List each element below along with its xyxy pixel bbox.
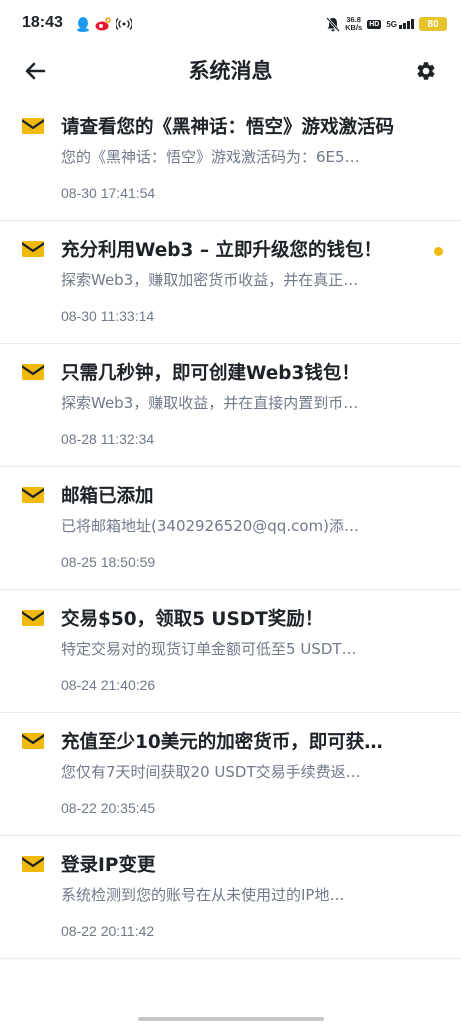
status-bar: 18:43 36.8 KB/s HD 5G 80 bbox=[0, 0, 461, 48]
envelope-icon bbox=[22, 610, 44, 626]
message-title: 邮箱已添加 bbox=[61, 486, 154, 507]
notification-icons bbox=[76, 14, 132, 34]
settings-button[interactable] bbox=[409, 54, 443, 88]
envelope-icon bbox=[22, 733, 44, 749]
message-timestamp: 08-30 11:33:14 bbox=[61, 308, 155, 324]
hotspot-icon bbox=[116, 18, 132, 30]
message-item[interactable]: 交易$50，领取5 USDT奖励！ 特定交易对的现货订单金额可低至5 USDT…… bbox=[0, 590, 461, 713]
message-item[interactable]: 只需几秒钟，即可创建Web3钱包！ 探索Web3，赚取收益，并在直接内置到币… … bbox=[0, 344, 461, 467]
gear-icon bbox=[417, 62, 435, 80]
message-timestamp: 08-22 20:35:45 bbox=[61, 800, 156, 816]
message-title: 充值至少10美元的加密货币，即可获… bbox=[61, 732, 383, 753]
unread-dot bbox=[434, 247, 443, 256]
weibo-icon bbox=[95, 17, 111, 31]
envelope-icon bbox=[22, 241, 44, 257]
message-item[interactable]: 充值至少10美元的加密货币，即可获… 您仅有7天时间获取20 USDT交易手续费… bbox=[0, 713, 461, 836]
message-item[interactable]: 登录IP变更 系统检测到您的账号在从未使用过的IP地… 08-22 20:11:… bbox=[0, 836, 461, 959]
message-item[interactable]: 邮箱已添加 已将邮箱地址(3402926520@qq.com)添… 08-25 … bbox=[0, 467, 461, 590]
message-list: 请查看您的《黑神话：悟空》游戏激活码 您的《黑神话：悟空》游戏激活码为：6E5…… bbox=[0, 98, 461, 959]
message-preview: 探索Web3，赚取加密货币收益，并在真正… bbox=[61, 271, 359, 289]
mute-icon bbox=[326, 16, 341, 32]
battery-indicator: 80 bbox=[419, 17, 447, 31]
network-type-label: 5G bbox=[386, 20, 397, 29]
envelope-icon bbox=[22, 364, 44, 380]
message-preview: 探索Web3，赚取收益，并在直接内置到币… bbox=[61, 394, 359, 412]
message-title: 充分利用Web3 – 立即升级您的钱包！ bbox=[61, 240, 383, 261]
status-time: 18:43 bbox=[22, 14, 63, 31]
message-item[interactable]: 充分利用Web3 – 立即升级您的钱包！ 探索Web3，赚取加密货币收益，并在真… bbox=[0, 221, 461, 344]
envelope-icon bbox=[22, 118, 44, 134]
hd-badge: HD bbox=[367, 19, 382, 29]
page-title: 系统消息 bbox=[188, 59, 273, 83]
header-bar: 系统消息 bbox=[0, 48, 461, 102]
message-title: 请查看您的《黑神话：悟空》游戏激活码 bbox=[61, 117, 395, 138]
message-preview: 您的《黑神话：悟空》游戏激活码为：6E5… bbox=[61, 148, 360, 166]
message-preview: 已将邮箱地址(3402926520@qq.com)添… bbox=[61, 517, 359, 535]
message-timestamp: 08-28 11:32:34 bbox=[61, 431, 155, 447]
message-title: 登录IP变更 bbox=[61, 855, 156, 876]
qq-icon bbox=[77, 17, 89, 32]
message-title: 交易$50，领取5 USDT奖励！ bbox=[61, 609, 324, 630]
message-preview: 系统检测到您的账号在从未使用过的IP地… bbox=[61, 886, 345, 904]
message-title: 只需几秒钟，即可创建Web3钱包！ bbox=[61, 363, 360, 384]
envelope-icon bbox=[22, 856, 44, 872]
envelope-icon bbox=[22, 487, 44, 503]
message-preview: 您仅有7天时间获取20 USDT交易手续费返… bbox=[61, 763, 361, 781]
network-speed: 36.8 KB/s bbox=[345, 16, 362, 32]
home-indicator[interactable] bbox=[138, 1017, 324, 1021]
message-timestamp: 08-22 20:11:42 bbox=[61, 923, 155, 939]
message-item[interactable]: 请查看您的《黑神话：悟空》游戏激活码 您的《黑神话：悟空》游戏激活码为：6E5…… bbox=[0, 98, 461, 221]
network-speed-unit: KB/s bbox=[345, 23, 363, 32]
system-status: 36.8 KB/s HD 5G 80 bbox=[326, 14, 447, 34]
message-timestamp: 08-25 18:50:59 bbox=[61, 554, 156, 570]
message-preview: 特定交易对的现货订单金额可低至5 USDT… bbox=[61, 640, 357, 658]
message-timestamp: 08-24 21:40:26 bbox=[61, 677, 156, 693]
message-timestamp: 08-30 17:41:54 bbox=[61, 185, 156, 201]
cellular-signal-icon: 5G bbox=[386, 19, 414, 29]
